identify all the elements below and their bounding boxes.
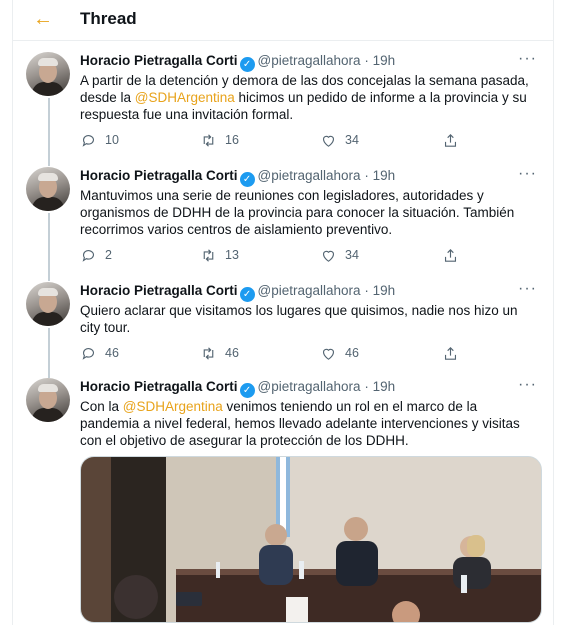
separator: · [364, 53, 369, 68]
reply-count: 10 [105, 133, 119, 147]
retweet-icon [203, 133, 214, 147]
retweet-count: 16 [225, 133, 239, 147]
avatar[interactable] [26, 282, 70, 326]
thread-header: ← Thread [13, 0, 553, 41]
tweet-actions: 46 46 46 [80, 343, 480, 363]
author-handle[interactable]: @pietragallahora [258, 283, 361, 298]
tweet-actions: 2 13 34 [80, 245, 480, 265]
reply-icon [82, 249, 94, 262]
tweet-time[interactable]: 19h [373, 53, 396, 68]
verified-badge-icon: ✓ [239, 287, 255, 302]
author-handle[interactable]: @pietragallahora [258, 379, 361, 394]
share-button[interactable] [442, 245, 459, 265]
tweet-meta: Horacio Pietragalla Corti ✓ @pietragallaho… [80, 379, 395, 398]
separator: · [364, 283, 369, 298]
like-button[interactable]: 46 [320, 343, 359, 363]
reply-count: 46 [105, 346, 119, 360]
text-segment: Con la [80, 399, 123, 414]
author-name[interactable]: Horacio Pietragalla Corti [80, 379, 238, 394]
author-handle[interactable]: @pietragallahora [258, 53, 361, 68]
page-title: Thread [80, 9, 137, 28]
like-count: 46 [345, 346, 359, 360]
tweet[interactable]: Horacio Pietragalla Corti ✓ @pietragallaho… [13, 376, 553, 625]
tweet[interactable]: Horacio Pietragalla Corti ✓ @pietragallaho… [13, 280, 553, 377]
reply-icon [82, 347, 94, 360]
like-button[interactable]: 34 [320, 130, 359, 150]
retweet-count: 13 [225, 248, 239, 262]
mention-link[interactable]: @SDHArgentina [123, 399, 223, 414]
back-arrow-icon[interactable]: ← [31, 8, 55, 32]
more-options-icon[interactable]: ··· [518, 376, 537, 394]
reply-icon [82, 134, 94, 147]
reply-button[interactable]: 2 [80, 245, 112, 265]
retweet-button[interactable]: 13 [200, 245, 239, 265]
retweet-button[interactable]: 46 [200, 343, 239, 363]
tweet-time[interactable]: 19h [373, 379, 396, 394]
more-options-icon[interactable]: ··· [518, 165, 537, 183]
press-conference-photo [81, 457, 541, 622]
reply-button[interactable]: 10 [80, 130, 119, 150]
more-options-icon[interactable]: ··· [518, 280, 537, 298]
share-button[interactable] [442, 343, 459, 363]
tweet-time[interactable]: 19h [373, 283, 396, 298]
like-button[interactable]: 34 [320, 245, 359, 265]
tweet[interactable]: Horacio Pietragalla Corti ✓ @pietragallaho… [13, 50, 553, 162]
retweet-icon [203, 248, 214, 262]
share-button[interactable] [442, 130, 459, 150]
author-name[interactable]: Horacio Pietragalla Corti [80, 168, 238, 183]
reply-button[interactable]: 46 [80, 343, 119, 363]
share-icon [444, 248, 457, 262]
retweet-button[interactable]: 16 [200, 130, 239, 150]
tweet-text: Con la @SDHArgentina venimos teniendo un… [80, 398, 540, 449]
separator: · [364, 168, 369, 183]
tweet-text: A partir de la detención y demora de las… [80, 72, 540, 123]
tweet-meta: Horacio Pietragalla Corti ✓ @pietragallaho… [80, 283, 395, 302]
tweet-photo[interactable] [80, 456, 542, 623]
retweet-icon [203, 346, 214, 360]
text-segment: Mantuvimos una serie de reuniones con le… [80, 188, 515, 237]
verified-badge-icon: ✓ [239, 57, 255, 72]
tweet-meta: Horacio Pietragalla Corti ✓ @pietragallaho… [80, 53, 395, 72]
tweet-actions: 10 16 34 [80, 130, 480, 150]
more-options-icon[interactable]: ··· [518, 50, 537, 68]
tweet-text: Quiero aclarar que visitamos los lugares… [80, 302, 540, 336]
tweet-meta: Horacio Pietragalla Corti ✓ @pietragallaho… [80, 168, 395, 187]
share-icon [444, 346, 457, 360]
avatar[interactable] [26, 52, 70, 96]
verified-badge-icon: ✓ [239, 383, 255, 398]
verified-badge-icon: ✓ [239, 172, 255, 187]
author-name[interactable]: Horacio Pietragalla Corti [80, 283, 238, 298]
mention-link[interactable]: @SDHArgentina [135, 90, 235, 105]
text-segment: Quiero aclarar que visitamos los lugares… [80, 303, 518, 335]
tweet[interactable]: Horacio Pietragalla Corti ✓ @pietragallaho… [13, 165, 553, 277]
tweet-text: Mantuvimos una serie de reuniones con le… [80, 187, 540, 238]
avatar[interactable] [26, 378, 70, 422]
tweet-time[interactable]: 19h [373, 168, 396, 183]
like-count: 34 [345, 248, 359, 262]
retweet-count: 46 [225, 346, 239, 360]
author-handle[interactable]: @pietragallahora [258, 168, 361, 183]
share-icon [444, 133, 457, 147]
author-name[interactable]: Horacio Pietragalla Corti [80, 53, 238, 68]
separator: · [364, 379, 369, 394]
heart-icon [322, 135, 335, 147]
avatar[interactable] [26, 167, 70, 211]
reply-count: 2 [105, 248, 112, 262]
heart-icon [322, 250, 335, 262]
thread-column: ← Thread Horacio Pietragalla Corti ✓ @piet… [12, 0, 554, 625]
heart-icon [322, 348, 335, 360]
like-count: 34 [345, 133, 359, 147]
